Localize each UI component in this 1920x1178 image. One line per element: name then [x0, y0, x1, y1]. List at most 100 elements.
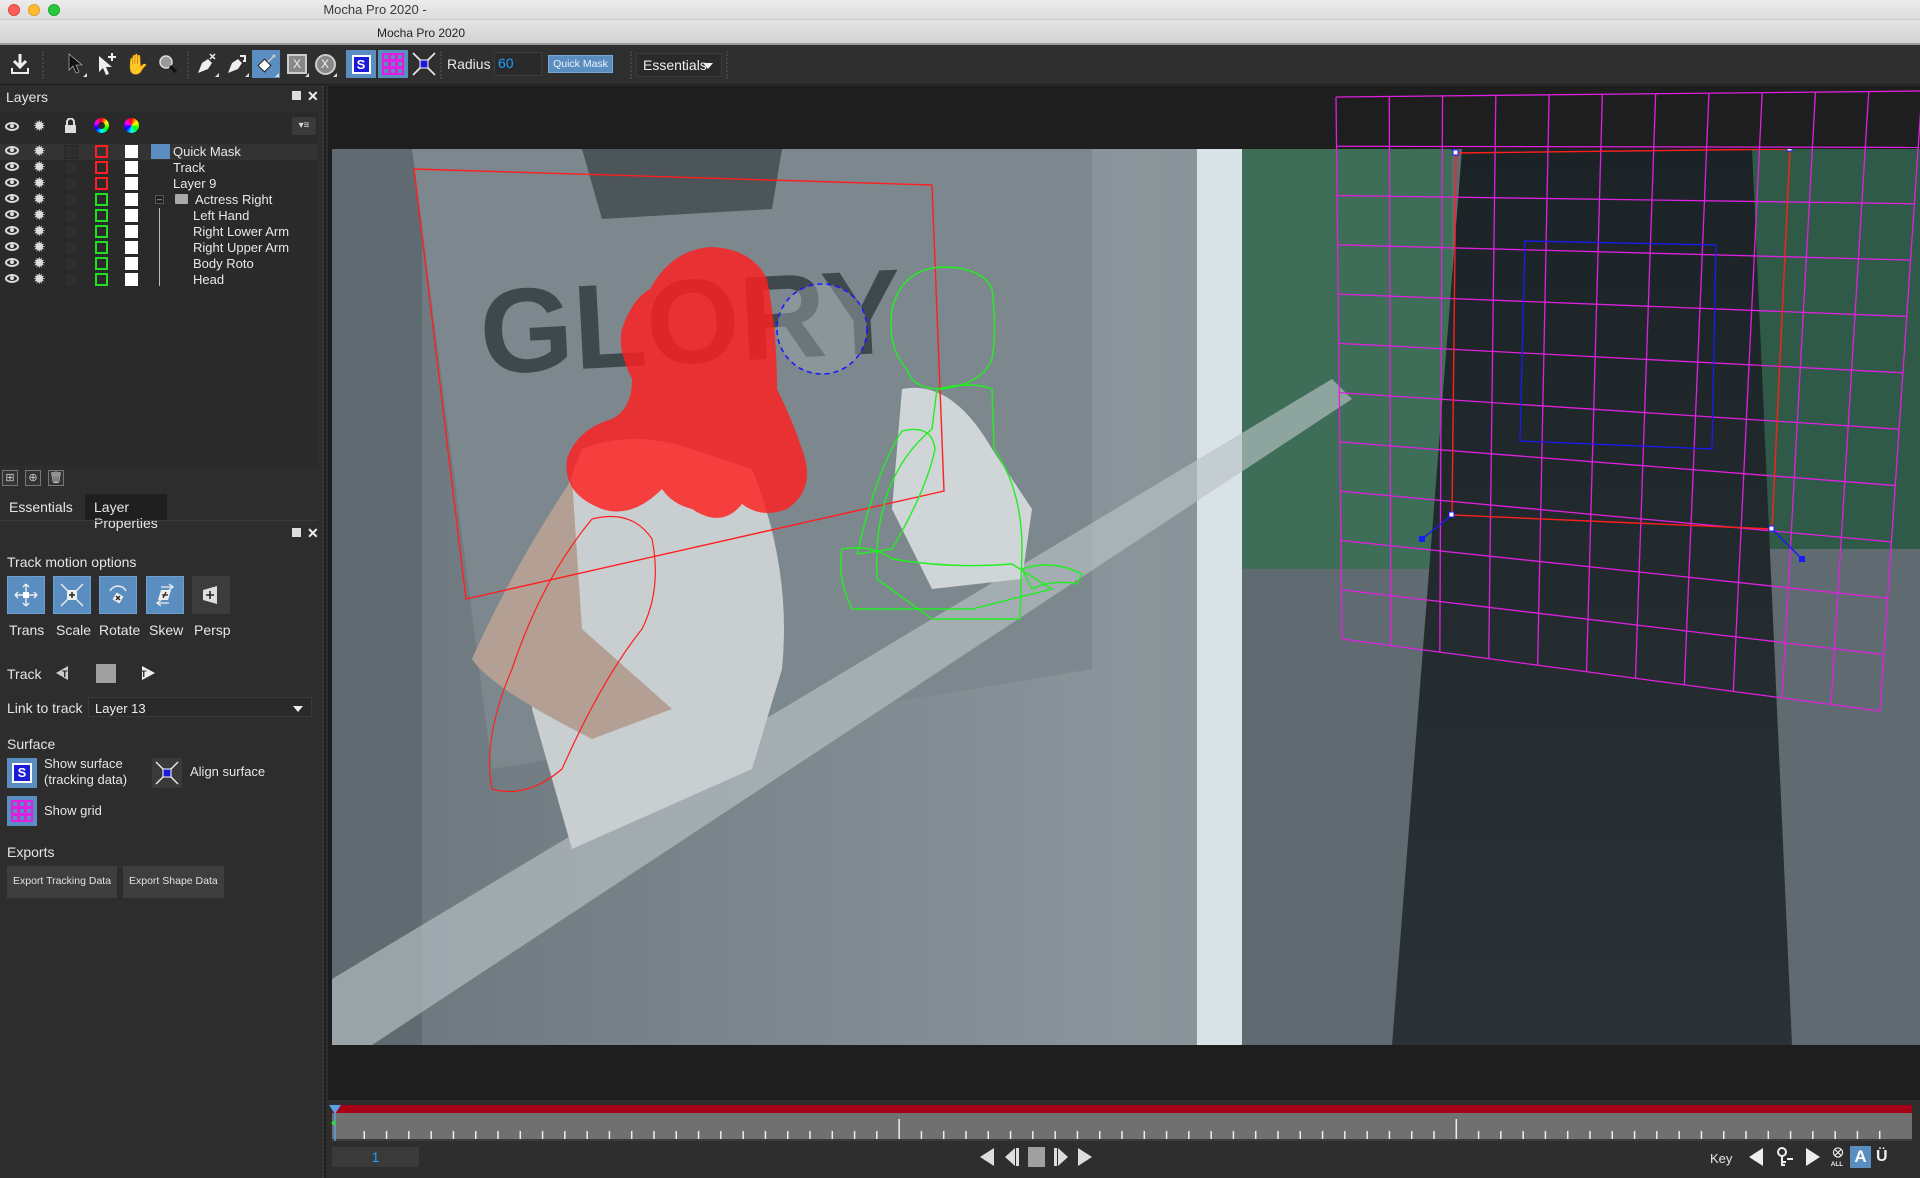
visibility-toggle[interactable]: [5, 146, 19, 155]
fill-color-swatch[interactable]: [125, 257, 138, 270]
scale-toggle[interactable]: [53, 576, 91, 614]
show-surface-toggle[interactable]: S: [346, 50, 376, 78]
add-remove-key-button[interactable]: [1776, 1147, 1794, 1167]
layer-row[interactable]: ✹ Quick Mask: [0, 143, 318, 160]
prev-key-button[interactable]: [1748, 1147, 1764, 1167]
persp-toggle[interactable]: [192, 576, 230, 614]
lock-toggle[interactable]: [64, 257, 78, 271]
visibility-toggle[interactable]: [5, 194, 19, 203]
radius-input[interactable]: 60: [494, 52, 542, 76]
show-grid-button[interactable]: [7, 796, 37, 826]
play-forward-button[interactable]: [1077, 1147, 1093, 1167]
outline-color-swatch[interactable]: [95, 161, 108, 174]
autokey-toggle[interactable]: A: [1850, 1146, 1871, 1168]
fill-color-swatch[interactable]: [125, 241, 138, 254]
show-surface-button[interactable]: S: [7, 758, 37, 788]
fill-color-swatch[interactable]: [125, 209, 138, 222]
quick-mask-brush-tool[interactable]: [252, 50, 280, 78]
fill-color-swatch[interactable]: [125, 177, 138, 190]
layer-row[interactable]: ✹ Layer 9: [0, 175, 318, 192]
fill-color-swatch[interactable]: [125, 145, 138, 158]
circle-x-tool[interactable]: X: [312, 50, 338, 78]
next-key-button[interactable]: [1805, 1147, 1821, 1167]
lock-toggle[interactable]: [64, 177, 78, 191]
visibility-toggle[interactable]: [5, 178, 19, 187]
show-grid-toggle[interactable]: [378, 50, 408, 78]
lock-toggle[interactable]: [64, 241, 78, 255]
visibility-toggle[interactable]: [5, 210, 19, 219]
fill-color-swatch[interactable]: [125, 193, 138, 206]
layer-row[interactable]: ✹ Track: [0, 159, 318, 176]
collapse-group-button[interactable]: –: [155, 195, 164, 204]
toolbar-grip[interactable]: [630, 51, 633, 79]
workspace-dropdown[interactable]: Essentials: [636, 53, 722, 77]
zoom-tool[interactable]: [155, 50, 181, 78]
new-layer-button[interactable]: ⊕: [25, 470, 41, 486]
current-frame-input[interactable]: 1: [332, 1147, 419, 1167]
clip-frame[interactable]: GLORY: [332, 149, 1920, 1045]
step-backward-button[interactable]: [1004, 1147, 1020, 1167]
pan-tool[interactable]: ✋: [124, 50, 150, 78]
skew-toggle[interactable]: [146, 576, 184, 614]
float-panel-icon[interactable]: [292, 91, 301, 100]
float-panel-icon[interactable]: [292, 528, 301, 537]
panel-splitter[interactable]: [322, 86, 324, 1178]
track-stop-button[interactable]: [96, 664, 116, 683]
fill-color-swatch[interactable]: [125, 225, 138, 238]
visibility-toggle[interactable]: [5, 242, 19, 251]
close-panel-icon[interactable]: ✕: [307, 526, 319, 540]
align-surface-button[interactable]: [152, 758, 182, 788]
outline-color-swatch[interactable]: [95, 193, 108, 206]
pick-tool[interactable]: [62, 50, 88, 78]
lock-toggle[interactable]: [64, 209, 78, 223]
layer-options-button[interactable]: ▾≡: [292, 117, 316, 135]
visibility-toggle[interactable]: [5, 274, 19, 283]
lock-toggle[interactable]: [64, 161, 78, 175]
viewer[interactable]: GLORY: [328, 86, 1920, 1104]
lock-toggle[interactable]: [64, 273, 78, 287]
tab-essentials[interactable]: Essentials: [0, 494, 82, 520]
toolbar-grip[interactable]: [42, 51, 45, 79]
magnetic-pen-tool[interactable]: [224, 50, 250, 78]
layer-row[interactable]: ✹ – Actress Right: [0, 191, 318, 208]
delete-all-keys-button[interactable]: ALL: [1830, 1147, 1846, 1167]
tab-layer-properties[interactable]: Layer Properties: [85, 494, 167, 531]
toolbar-grip[interactable]: [440, 51, 443, 79]
outline-color-swatch[interactable]: [95, 177, 108, 190]
save-data-button[interactable]: [7, 50, 33, 78]
new-group-button[interactable]: ⊞: [2, 470, 18, 486]
fill-color-swatch[interactable]: [125, 273, 138, 286]
x-spline-tool[interactable]: [194, 50, 220, 78]
outline-color-swatch[interactable]: [95, 273, 108, 286]
link-to-track-dropdown[interactable]: Layer 13: [88, 697, 312, 717]
keyframe-mode-button[interactable]: Ü: [1876, 1147, 1892, 1167]
outline-color-swatch[interactable]: [95, 209, 108, 222]
outline-color-swatch[interactable]: [95, 257, 108, 270]
align-surface-button[interactable]: [410, 50, 438, 78]
gear-icon[interactable]: ✹: [33, 270, 46, 288]
outline-color-swatch[interactable]: [95, 241, 108, 254]
playhead[interactable]: [328, 1105, 342, 1143]
stop-button[interactable]: [1028, 1147, 1045, 1167]
quick-mask-button[interactable]: Quick Mask: [548, 55, 613, 73]
lock-toggle[interactable]: [64, 225, 78, 239]
visibility-toggle[interactable]: [5, 162, 19, 171]
outline-color-swatch[interactable]: [95, 225, 108, 238]
visibility-toggle[interactable]: [5, 226, 19, 235]
trans-toggle[interactable]: [7, 576, 45, 614]
export-shape-data-button[interactable]: Export Shape Data: [123, 866, 224, 898]
track-backward-button[interactable]: T: [55, 664, 73, 682]
toolbar-grip[interactable]: [187, 51, 190, 79]
visibility-toggle[interactable]: [5, 258, 19, 267]
step-forward-button[interactable]: [1053, 1147, 1069, 1167]
close-panel-icon[interactable]: ✕: [307, 89, 319, 103]
fill-color-swatch[interactable]: [125, 161, 138, 174]
export-tracking-data-button[interactable]: Export Tracking Data: [7, 866, 118, 898]
toolbar-grip[interactable]: [726, 51, 729, 79]
add-point-tool[interactable]: [94, 50, 120, 78]
lock-toggle[interactable]: [64, 193, 78, 207]
in-out-range-bar[interactable]: [332, 1105, 1912, 1113]
track-forward-button[interactable]: T: [138, 664, 156, 682]
rotate-toggle[interactable]: [99, 576, 137, 614]
rect-x-tool[interactable]: X: [284, 50, 310, 78]
